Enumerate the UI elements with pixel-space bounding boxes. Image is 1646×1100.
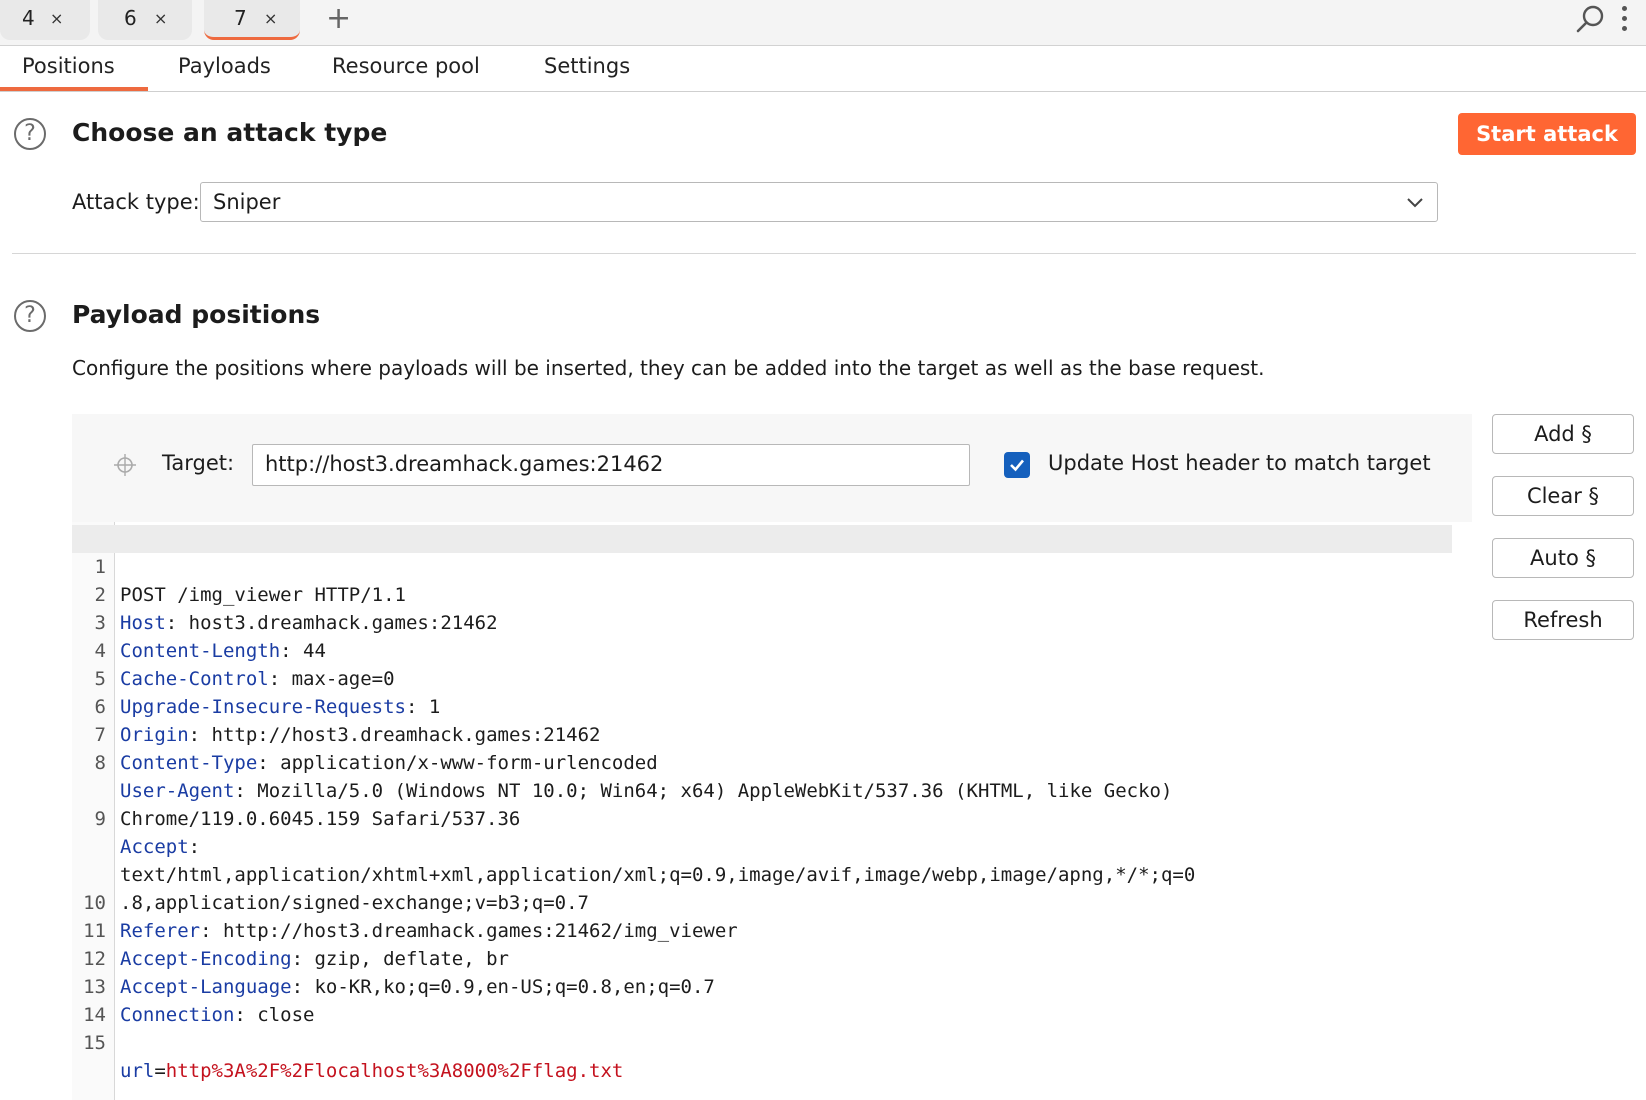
tab-label: 7	[234, 6, 247, 30]
add-marker-button[interactable]: Add §	[1492, 414, 1634, 454]
line-number: 15	[83, 1032, 106, 1054]
more-icon[interactable]	[1622, 6, 1630, 36]
attack-type-select[interactable]: Sniper	[200, 182, 1438, 222]
request-line[interactable]: 8 User-Agent: Mozilla/5.0 (Windows NT 10…	[72, 721, 1452, 802]
request-line[interactable]: 12 Accept-Language: ko-KR,ko;q=0.9,en-US…	[72, 917, 1452, 998]
payload-positions-title: Payload positions	[72, 300, 321, 329]
request-line[interactable]: 10 Referer: http://host3.dreamhack.games…	[72, 861, 1452, 942]
start-attack-button[interactable]: Start attack	[1458, 113, 1636, 155]
tab-label: 4	[22, 6, 35, 30]
request-line[interactable]: 3 Content-Length: 44	[72, 581, 1452, 662]
tab-resource-pool[interactable]: Resource pool	[332, 54, 480, 78]
request-line[interactable]: 14	[72, 973, 1452, 1026]
request-line[interactable]: 9 Accept:	[72, 777, 1452, 858]
close-icon[interactable]: ×	[154, 9, 167, 28]
refresh-button[interactable]: Refresh	[1492, 600, 1634, 640]
close-icon[interactable]: ×	[50, 9, 63, 28]
chevron-down-icon	[1407, 198, 1423, 208]
request-line[interactable]: 4 Cache-Control: max-age=0	[72, 609, 1452, 690]
request-line[interactable]: 6 Origin: http://host3.dreamhack.games:2…	[72, 665, 1452, 746]
tab-7[interactable]: 7 ×	[204, 0, 300, 40]
auto-markers-button[interactable]: Auto §	[1492, 538, 1634, 578]
body-param-name: url	[120, 1060, 155, 1082]
tab-positions[interactable]: Positions	[22, 54, 115, 78]
payload-positions-description: Configure the positions where payloads w…	[72, 356, 1265, 380]
crosshair-icon	[114, 454, 136, 476]
help-icon[interactable]: ?	[14, 300, 46, 332]
intruder-tabs: Positions Payloads Resource pool Setting…	[0, 46, 1646, 92]
update-host-label[interactable]: Update Host header to match target	[1048, 451, 1431, 475]
tab-payloads[interactable]: Payloads	[178, 54, 271, 78]
request-line[interactable]: text/html,application/xhtml+xml,applicat…	[72, 805, 1452, 886]
attack-type-label: Attack type:	[72, 190, 200, 214]
tab-4[interactable]: 4 ×	[0, 0, 90, 40]
request-line[interactable]: 5 Upgrade-Insecure-Requests: 1	[72, 637, 1452, 718]
help-icon[interactable]: ?	[14, 118, 46, 150]
tab-settings[interactable]: Settings	[544, 54, 630, 78]
request-line[interactable]: .8,application/signed-exchange;v=b3;q=0.…	[72, 833, 1452, 914]
section-divider	[12, 253, 1636, 254]
request-line[interactable]: 11 Accept-Encoding: gzip, deflate, br	[72, 889, 1452, 970]
window-tab-strip: 4 × 6 × 7 × +	[0, 0, 1646, 46]
check-icon	[1010, 459, 1024, 472]
plus-icon[interactable]: +	[326, 2, 351, 36]
body-param-value: http%3A%2F%2Flocalhost%3A8000%2Fflag.txt	[165, 1060, 624, 1082]
attack-type-value: Sniper	[213, 190, 281, 214]
request-line[interactable]: 1 POST /img_viewer HTTP/1.1	[72, 525, 1452, 606]
request-line[interactable]: 13 Connection: close	[72, 945, 1452, 1026]
attack-type-title: Choose an attack type	[72, 118, 388, 147]
target-input[interactable]: http://host3.dreamhack.games:21462	[252, 444, 970, 486]
update-host-checkbox[interactable]	[1004, 452, 1030, 478]
search-icon[interactable]	[1574, 4, 1606, 36]
active-tab-indicator	[0, 87, 148, 91]
clear-markers-button[interactable]: Clear §	[1492, 476, 1634, 516]
request-line[interactable]: 2 Host: host3.dreamhack.games:21462	[72, 553, 1452, 634]
target-label: Target:	[162, 451, 235, 475]
tab-6[interactable]: 6 ×	[98, 0, 192, 40]
request-line[interactable]: 15 url=http%3A%2F%2Flocalhost%3A8000%2Ff…	[72, 1001, 1452, 1082]
close-icon[interactable]: ×	[264, 9, 277, 28]
request-line[interactable]: 7 Content-Type: application/x-www-form-u…	[72, 693, 1452, 774]
request-line[interactable]: Chrome/119.0.6045.159 Safari/537.36	[72, 749, 1452, 830]
tab-label: 6	[124, 6, 137, 30]
